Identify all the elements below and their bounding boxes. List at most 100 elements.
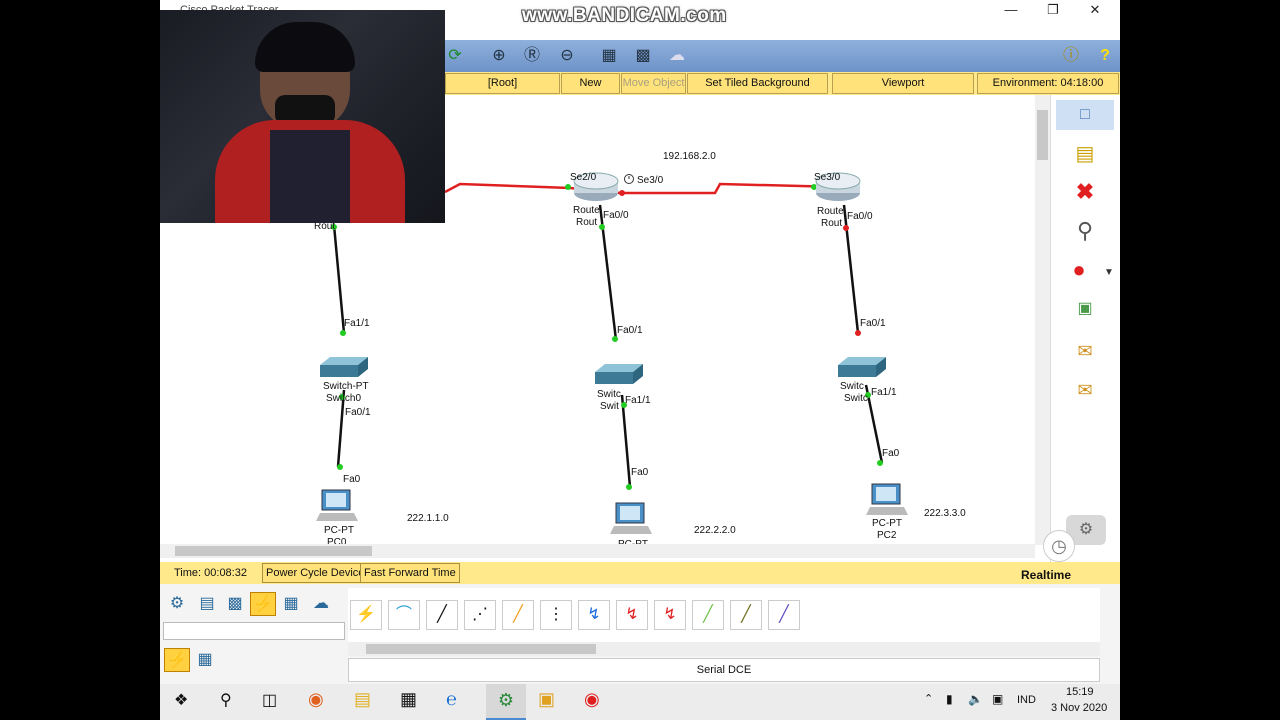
vertical-scroll-thumb[interactable] <box>1037 110 1048 160</box>
iot-cable-icon[interactable]: ╱ <box>730 600 762 630</box>
zoom-reset-icon[interactable]: Ⓡ <box>521 45 543 67</box>
refresh-icon[interactable]: ⟳ <box>444 45 466 67</box>
root-button[interactable]: [Root] <box>445 73 560 94</box>
search-icon[interactable]: ⚲ <box>220 690 232 710</box>
cross-over-cable-icon[interactable]: ⋰ <box>464 600 496 630</box>
notification-icon[interactable]: ▣ <box>992 692 1003 706</box>
device-label: PC-PT <box>872 518 902 529</box>
recorder-watermark: www.BANDICAM.com <box>522 5 727 26</box>
port-label: Fa0/0 <box>603 210 629 221</box>
switch2-icon[interactable] <box>838 357 886 377</box>
link-r2-sw2 <box>842 204 860 334</box>
port-label: Fa0 <box>631 467 649 478</box>
store-icon[interactable]: ▦ <box>400 689 417 710</box>
fast-forward-button[interactable]: Fast Forward Time <box>360 563 460 583</box>
canvas-vertical-scrollbar[interactable] <box>1035 95 1050 545</box>
start-icon[interactable]: ❖ <box>174 692 192 710</box>
clock-icon <box>624 174 634 184</box>
volume-icon[interactable]: 🔈 <box>968 692 983 706</box>
power-cycle-button[interactable]: Power Cycle Devices <box>262 563 374 583</box>
port-label: Se3/0 <box>814 172 841 183</box>
webcam-overlay <box>160 10 445 223</box>
serial-dte-cable-icon[interactable]: ↯ <box>654 600 686 630</box>
tray-time[interactable]: 15:19 <box>1066 686 1094 698</box>
simple-pdu-icon[interactable]: ✉ <box>1070 336 1100 366</box>
cable-list <box>348 588 1100 642</box>
usb-cable-icon[interactable]: ╱ <box>768 600 800 630</box>
custom-device-icon[interactable]: ▩ <box>632 45 654 67</box>
port-label: Fa1/1 <box>344 318 370 329</box>
complex-pdu-icon[interactable]: ✉ <box>1070 375 1100 405</box>
port-label: Fa0/1 <box>345 407 371 418</box>
info-icon[interactable]: ⓘ <box>1060 45 1082 67</box>
inspect-tool-icon[interactable]: ⚲ <box>1070 216 1100 246</box>
bandicam-taskbar-icon[interactable]: ◉ <box>584 689 600 710</box>
connections-subtype-icon[interactable]: ⚡ <box>164 648 190 672</box>
help-icon[interactable]: ? <box>1094 45 1116 67</box>
routers-category-icon[interactable]: ⚙ <box>164 592 190 616</box>
draw-shape-icon[interactable]: ● <box>1064 255 1094 285</box>
auto-cable-icon[interactable]: ⚡ <box>350 600 382 630</box>
pc0-icon[interactable] <box>316 489 358 521</box>
delete-tool-icon[interactable]: ✖ <box>1070 177 1100 207</box>
file-explorer-icon[interactable]: ▤ <box>354 689 371 710</box>
coaxial-cable-icon[interactable]: ↯ <box>578 600 610 630</box>
port-label: Fa0/0 <box>847 211 873 222</box>
close-button[interactable]: ✕ <box>1074 0 1116 22</box>
input-language[interactable]: IND <box>1017 694 1036 706</box>
phone-cable-icon[interactable]: ⋮ <box>540 600 572 630</box>
move-object-button[interactable]: Move Object <box>621 73 686 94</box>
tray-chevron-icon[interactable]: ⌃ <box>924 692 933 705</box>
new-cluster-button[interactable]: New Cluster <box>561 73 620 108</box>
realtime-clock-icon[interactable]: ◷ <box>1043 530 1075 562</box>
viewport-button[interactable]: Viewport <box>832 73 974 94</box>
packet-tracer-taskbar-icon[interactable]: ⚙ <box>486 684 526 720</box>
device-label: Rout <box>821 218 843 229</box>
restore-button[interactable]: ❐ <box>1032 0 1074 22</box>
device-label: Switc <box>597 389 621 400</box>
device-search-field[interactable] <box>163 622 345 640</box>
switch0-icon[interactable] <box>320 357 368 377</box>
tray-date[interactable]: 3 Nov 2020 <box>1051 702 1107 714</box>
switches-category-icon[interactable]: ▤ <box>194 592 220 616</box>
select-tool-icon[interactable]: □ <box>1056 100 1114 130</box>
tiled-background-button[interactable]: Set Tiled Background <box>687 73 828 94</box>
minimize-button[interactable]: — <box>990 0 1032 22</box>
port-label: Se3/0 <box>637 175 664 186</box>
chevron-down-icon[interactable]: ▼ <box>1102 258 1116 288</box>
console-cable-icon[interactable]: ⌒ <box>388 600 420 630</box>
app-taskbar-icon[interactable]: ▣ <box>538 689 555 710</box>
zoom-out-icon[interactable]: ⊖ <box>556 45 578 67</box>
octal-cable-icon[interactable]: ╱ <box>692 600 724 630</box>
fiber-cable-icon[interactable]: ╱ <box>502 600 534 630</box>
serial-dce-cable-icon[interactable]: ↯ <box>616 600 648 630</box>
task-view-icon[interactable]: ◫ <box>262 690 277 710</box>
grid-icon[interactable]: ▦ <box>192 648 218 672</box>
device-label: Switch-PT <box>323 381 369 392</box>
connections-category-icon[interactable]: ⚡ <box>250 592 276 616</box>
switch1-icon[interactable] <box>595 364 643 384</box>
environment-button[interactable]: Environment: 04:18:00 <box>977 73 1119 94</box>
device-label: PC2 <box>877 530 897 541</box>
edge-icon[interactable]: ℮ <box>446 689 457 710</box>
cloud-icon[interactable]: ☁ <box>666 45 688 67</box>
link-r0-sw0 <box>332 224 346 334</box>
firefox-icon[interactable]: ◉ <box>308 689 324 710</box>
resize-tool-icon[interactable]: ▣ <box>1070 294 1100 324</box>
hubs-category-icon[interactable]: ▩ <box>222 592 248 616</box>
horizontal-scroll-thumb[interactable] <box>175 546 372 556</box>
cable-scroll-thumb[interactable] <box>366 644 596 654</box>
palette-icon[interactable]: ▦ <box>598 45 620 67</box>
port-label: Fa1/1 <box>625 395 651 406</box>
device-label: Rout <box>576 217 598 228</box>
note-tool-icon[interactable]: ▤ <box>1070 139 1100 169</box>
end-devices-category-icon[interactable]: ▦ <box>278 592 304 616</box>
battery-icon[interactable]: ▮ <box>946 692 953 706</box>
realtime-mode-label[interactable]: Realtime <box>1021 568 1071 582</box>
zoom-in-icon[interactable]: ⊕ <box>488 45 510 67</box>
pc2-icon[interactable] <box>866 483 908 515</box>
pc1-icon[interactable] <box>610 502 652 534</box>
wan-emulation-category-icon[interactable]: ☁ <box>308 592 334 616</box>
webcam-hair <box>255 22 355 72</box>
straight-through-cable-icon[interactable]: ╱ <box>426 600 458 630</box>
